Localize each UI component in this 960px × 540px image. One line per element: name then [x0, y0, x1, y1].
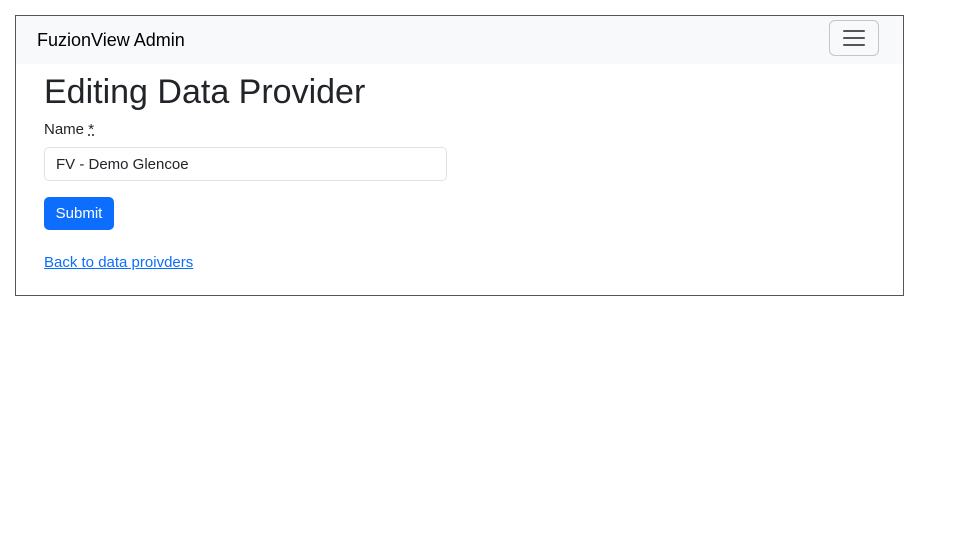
name-label-text: Name — [44, 121, 85, 138]
name-label: Name * — [44, 121, 94, 139]
app-frame: FuzionView Admin Editing Data Provider N… — [15, 15, 904, 296]
navbar: FuzionView Admin — [16, 16, 903, 64]
back-to-data-providers-link[interactable]: Back to data proivders — [44, 254, 193, 272]
submit-button[interactable]: Submit — [44, 197, 114, 230]
navbar-brand[interactable]: FuzionView Admin — [37, 28, 185, 52]
name-input[interactable] — [44, 147, 447, 181]
hamburger-menu-icon — [843, 30, 865, 46]
navbar-toggler-button[interactable] — [829, 20, 879, 56]
required-marker: * — [88, 121, 95, 138]
page-title: Editing Data Provider — [44, 73, 366, 111]
